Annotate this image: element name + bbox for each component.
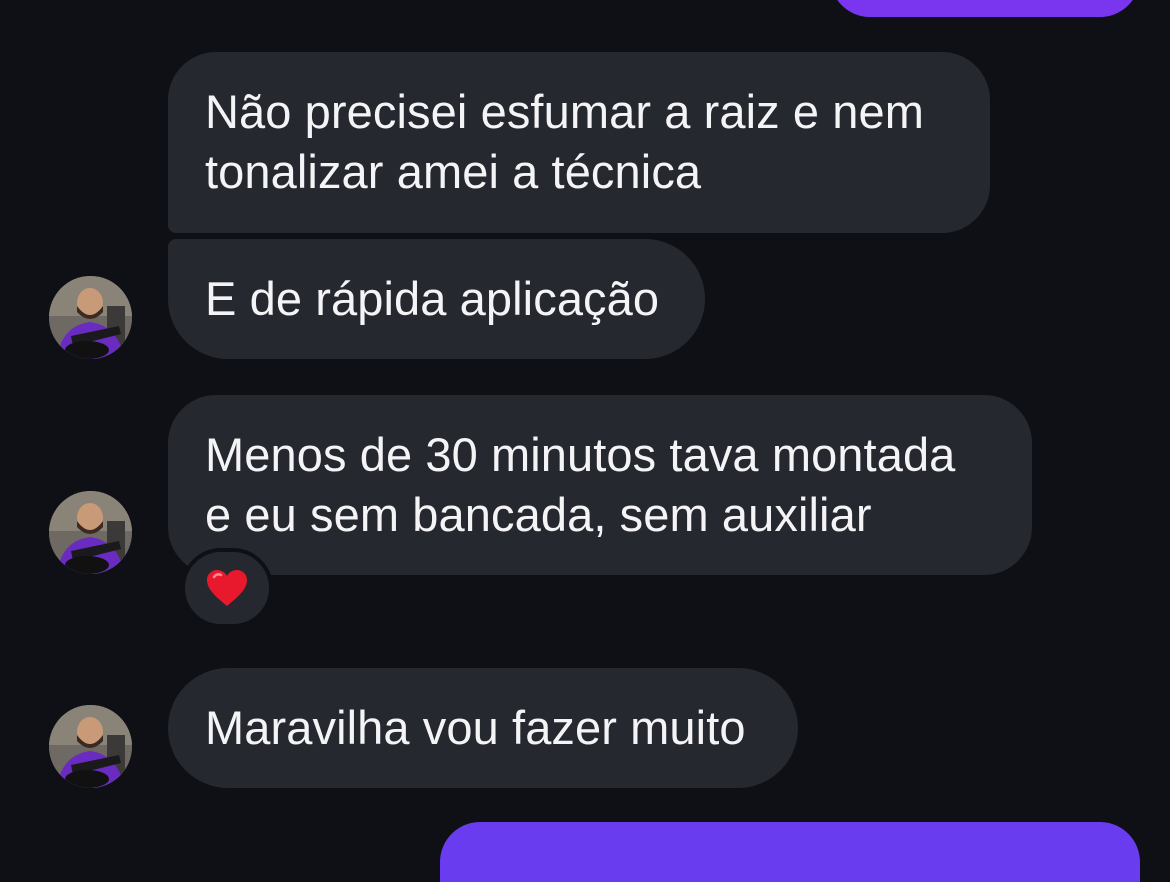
- outgoing-message-bubble[interactable]: [830, 0, 1140, 17]
- message-bubble[interactable]: Menos de 30 minutos tava montada e eu se…: [168, 395, 1032, 575]
- message-bubble[interactable]: E de rápida aplicação: [168, 239, 705, 359]
- sender-avatar[interactable]: [49, 491, 132, 574]
- outgoing-message-bubble[interactable]: [440, 822, 1140, 882]
- message-bubble[interactable]: Maravilha vou fazer muito: [168, 668, 798, 788]
- avatar-photo-icon: [49, 276, 132, 359]
- sender-avatar[interactable]: [49, 705, 132, 788]
- message-text-line: Maravilha vou fazer muito: [205, 701, 746, 754]
- message-text-line: Não precisei esfumar a raiz e nem: [205, 85, 925, 138]
- avatar-photo-icon: [49, 491, 132, 574]
- message-text-line: tonalizar amei a técnica: [205, 145, 702, 198]
- heart-icon: [207, 570, 247, 606]
- reaction-badge[interactable]: [181, 548, 273, 628]
- message-text-line: E de rápida aplicação: [205, 272, 660, 325]
- avatar-photo-icon: [49, 705, 132, 788]
- message-text-line: Menos de 30 minutos tava montada: [205, 428, 956, 481]
- message-bubble[interactable]: Não precisei esfumar a raiz e nem tonali…: [168, 52, 990, 233]
- message-text-line: e eu sem bancada, sem auxiliar: [205, 488, 872, 541]
- sender-avatar[interactable]: [49, 276, 132, 359]
